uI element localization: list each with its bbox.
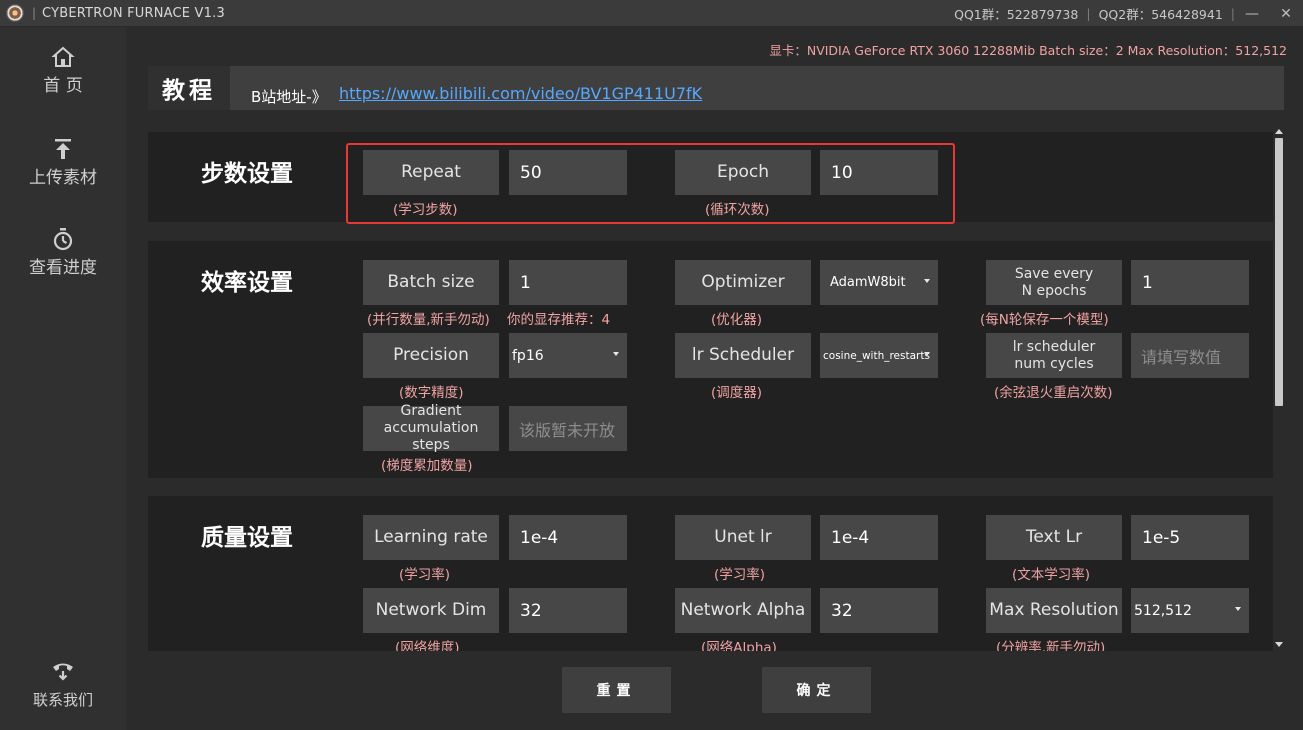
lr-num-cycles-hint: (余弦退火重启次数)	[994, 385, 1113, 401]
lr-scheduler-button[interactable]: lr Scheduler	[675, 333, 811, 378]
optimizer-select[interactable]: AdamW8bit	[820, 260, 938, 305]
tutorial-bar: 教程 B站地址-》 https://www.bilibili.com/video…	[148, 66, 1284, 110]
sidebar-item-label: 首 页	[43, 76, 83, 96]
learning-rate-input[interactable]: 1e-4	[509, 515, 627, 560]
qq1-group: QQ1群：522879738	[954, 7, 1079, 22]
unet-lr-input[interactable]: 1e-4	[820, 515, 938, 560]
reset-button[interactable]: 重置	[562, 667, 671, 713]
tutorial-prefix: B站地址-》	[251, 88, 327, 106]
gpu-info: 显卡：NVIDIA GeForce RTX 3060 12288Mib Batc…	[769, 43, 1287, 58]
sidebar: 首 页 上传素材 查看进度 联系我们	[0, 27, 126, 730]
minimize-button[interactable]: —	[1235, 0, 1269, 27]
optimizer-hint: (优化器)	[711, 312, 763, 328]
network-dim-button[interactable]: Network Dim	[363, 588, 499, 633]
max-resolution-select[interactable]: 512,512	[1131, 588, 1249, 633]
upload-icon	[55, 139, 71, 159]
precision-select[interactable]: fp16	[509, 333, 627, 378]
save-every-input[interactable]: 1	[1131, 260, 1249, 305]
network-dim-input[interactable]: 32	[509, 588, 627, 633]
vertical-scrollbar[interactable]	[1273, 127, 1285, 651]
network-alpha-hint: (网络Alpha)	[701, 640, 777, 651]
unet-lr-hint: (学习率)	[714, 567, 766, 583]
sidebar-item-upload[interactable]: 上传素材	[0, 137, 126, 188]
chevron-down-icon	[924, 279, 930, 283]
batch-size-button[interactable]: Batch size	[363, 260, 499, 305]
steps-section: 步数设置 Repeat 50 (学习步数) Epoch 10 (循环次数)	[148, 132, 1273, 224]
lr-scheduler-select[interactable]: cosine_with_restarts	[820, 333, 938, 378]
network-alpha-button[interactable]: Network Alpha	[675, 588, 811, 633]
optimizer-button[interactable]: Optimizer	[675, 260, 811, 305]
network-dim-hint: (网络维度)	[395, 640, 460, 651]
max-resolution-button[interactable]: Max Resolution	[986, 588, 1122, 633]
save-every-hint: (每N轮保存一个模型)	[980, 312, 1109, 328]
settings-scroll-area[interactable]: 步数设置 Repeat 50 (学习步数) Epoch 10 (循环次数) 效率…	[148, 125, 1284, 651]
quality-section: 质量设置 Learning rate 1e-4 (学习率) Unet lr 1e…	[148, 496, 1273, 651]
scroll-up-icon[interactable]	[1275, 129, 1283, 134]
confirm-button[interactable]: 确定	[762, 667, 871, 713]
sidebar-item-progress[interactable]: 查看进度	[0, 227, 126, 278]
app-title: CYBERTRON FURNACE V1.3	[42, 5, 225, 21]
lr-scheduler-hint: (调度器)	[711, 385, 763, 401]
sidebar-item-label: 联系我们	[32, 691, 93, 709]
precision-hint: (数字精度)	[399, 385, 464, 401]
save-every-button[interactable]: Save every N epochs	[986, 260, 1122, 305]
lr-num-cycles-button[interactable]: lr scheduler num cycles	[986, 333, 1122, 378]
qq2-group: QQ2群：546428941	[1098, 7, 1223, 22]
home-icon	[51, 46, 75, 67]
efficiency-section: 效率设置 Batch size 1 (并行数量,新手勿动) 你的显存推荐：4 O…	[148, 241, 1273, 478]
tutorial-title: 教程	[148, 66, 230, 110]
batch-size-hint: (并行数量,新手勿动)	[367, 312, 490, 328]
chevron-down-icon	[924, 352, 930, 356]
steps-section-title: 步数设置	[201, 161, 293, 187]
optimizer-value: AdamW8bit	[830, 275, 906, 290]
quality-section-title: 质量设置	[201, 525, 293, 551]
stopwatch-icon	[53, 228, 73, 251]
app-logo-icon	[6, 4, 24, 22]
text-lr-button[interactable]: Text Lr	[986, 515, 1122, 560]
sidebar-item-home[interactable]: 首 页	[0, 45, 126, 96]
sidebar-item-label: 查看进度	[29, 258, 97, 278]
chevron-down-icon	[1235, 607, 1241, 611]
title-separator: |	[32, 6, 37, 20]
text-lr-input[interactable]: 1e-5	[1131, 515, 1249, 560]
scrollbar-thumb[interactable]	[1275, 138, 1283, 406]
text-lr-hint: (文本学习率)	[1012, 567, 1091, 583]
steps-highlight-box	[346, 143, 955, 224]
learning-rate-button[interactable]: Learning rate	[363, 515, 499, 560]
title-bar: | CYBERTRON FURNACE V1.3 QQ1群：522879738 …	[0, 0, 1303, 27]
qq-separator: |	[1086, 6, 1091, 21]
unet-lr-button[interactable]: Unet lr	[675, 515, 811, 560]
chevron-down-icon	[613, 352, 619, 356]
title-bar-right: QQ1群：522879738 | QQ2群：546428941 | — ✕	[954, 0, 1303, 27]
lr-scheduler-value: cosine_with_restarts	[823, 349, 930, 362]
sidebar-item-contact[interactable]: 联系我们	[0, 659, 126, 710]
phone-icon	[53, 663, 73, 681]
gradient-accumulation-button[interactable]: Gradient accumulation steps	[363, 403, 499, 453]
precision-button[interactable]: Precision	[363, 333, 499, 378]
tutorial-link[interactable]: https://www.bilibili.com/video/BV1GP411U…	[339, 84, 702, 103]
gradient-accumulation-hint: (梯度累加数量)	[381, 458, 473, 474]
sidebar-item-label: 上传素材	[29, 168, 97, 188]
gradient-accumulation-input[interactable]: 该版暂未开放	[509, 406, 627, 451]
lr-num-cycles-input[interactable]: 请填写数值	[1131, 333, 1249, 378]
learning-rate-hint: (学习率)	[399, 567, 451, 583]
efficiency-section-title: 效率设置	[201, 270, 293, 296]
vram-recommend-hint: 你的显存推荐：4	[507, 312, 611, 328]
max-resolution-hint: (分辨率,新手勿动)	[996, 640, 1106, 651]
scroll-down-icon[interactable]	[1275, 642, 1283, 647]
network-alpha-input[interactable]: 32	[820, 588, 938, 633]
batch-size-input[interactable]: 1	[509, 260, 627, 305]
precision-value: fp16	[512, 347, 544, 364]
max-resolution-value: 512,512	[1134, 602, 1192, 619]
close-button[interactable]: ✕	[1269, 0, 1303, 27]
